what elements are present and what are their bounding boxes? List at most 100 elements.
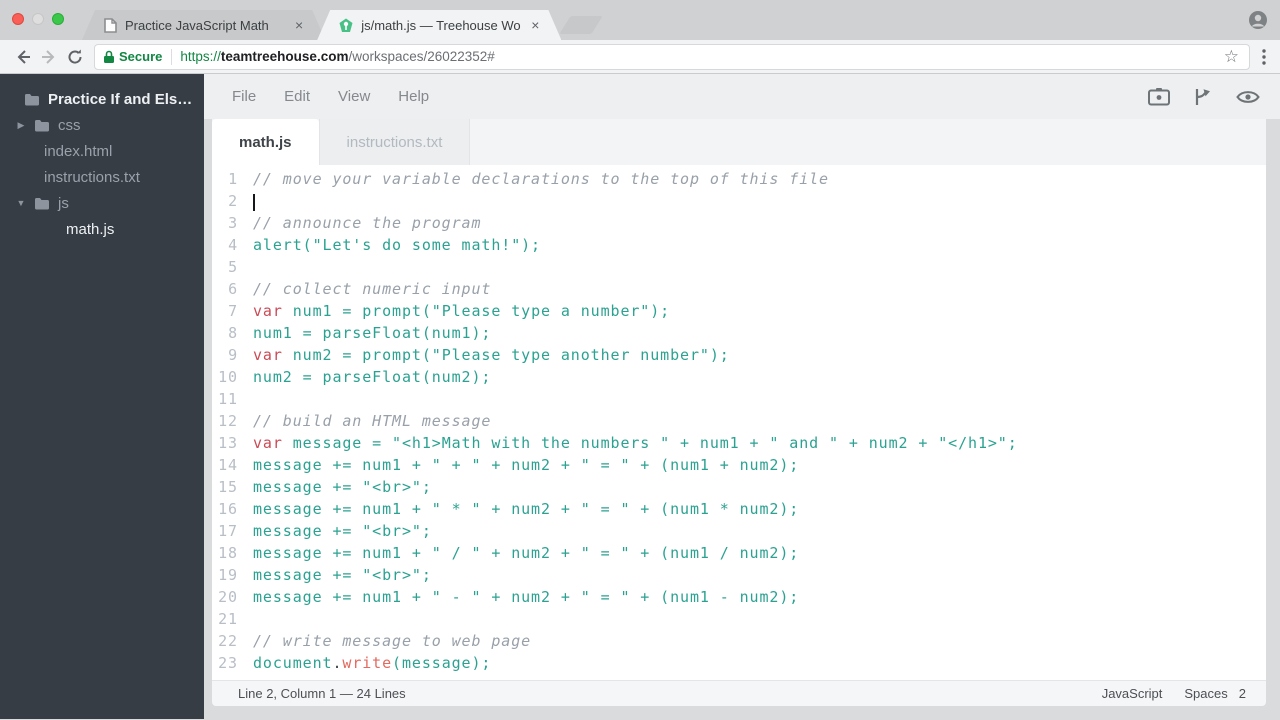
- snapshot-camera-icon[interactable]: [1148, 87, 1170, 106]
- code-line[interactable]: 3 // announce the program: [212, 214, 1266, 236]
- zoom-window-button[interactable]: [52, 13, 64, 25]
- editor-tab-instructions-txt[interactable]: instructions.txt: [318, 119, 471, 165]
- code-line[interactable]: 20 message += num1 + " - " + num2 + " = "…: [212, 588, 1266, 610]
- workspace-menu-bar: File Edit View Help: [204, 74, 1280, 119]
- code-token-code: alert("Let's do some math!");: [253, 236, 541, 254]
- document-favicon: [104, 18, 117, 33]
- line-content: var num2 = prompt("Please type another n…: [238, 346, 730, 368]
- forward-button[interactable]: [36, 44, 62, 70]
- workspace-panel: File Edit View Help math.js instructions…: [204, 74, 1280, 719]
- close-tab-icon[interactable]: ×: [529, 18, 541, 32]
- new-tab-button[interactable]: [559, 16, 603, 34]
- url-bar[interactable]: Secure https://teamtreehouse.com/workspa…: [94, 43, 1250, 70]
- back-button[interactable]: [10, 44, 36, 70]
- code-line[interactable]: 11: [212, 390, 1266, 412]
- sidebar-item-css[interactable]: ▶ css: [0, 112, 204, 138]
- line-number: 12: [218, 412, 238, 430]
- reload-button[interactable]: [62, 44, 88, 70]
- code-line[interactable]: 17 message += "<br>";: [212, 522, 1266, 544]
- code-line[interactable]: 12 // build an HTML message: [212, 412, 1266, 434]
- preview-eye-icon[interactable]: [1236, 89, 1260, 105]
- indent-label: Spaces: [1184, 686, 1228, 701]
- file-name: instructions.txt: [44, 168, 140, 186]
- secure-label: Secure: [119, 49, 163, 64]
- editor-tab-math-js[interactable]: math.js: [212, 119, 319, 165]
- code-line[interactable]: 10 num2 = parseFloat(num2);: [212, 368, 1266, 390]
- line-content: // build an HTML message: [238, 412, 491, 434]
- code-line[interactable]: 18 message += num1 + " / " + num2 + " = "…: [212, 544, 1266, 566]
- disclosure-down-icon[interactable]: ▼: [16, 198, 26, 208]
- line-number: 22: [218, 632, 238, 650]
- code-token-code: message += num1 + " / " + num2 + " = " +…: [253, 544, 800, 562]
- browser-tabs: Practice JavaScript Math × js/math.js — Tr…: [82, 10, 561, 40]
- menu-item-view[interactable]: View: [338, 88, 370, 105]
- profile-avatar-icon[interactable]: [1248, 10, 1268, 30]
- folder-icon: [35, 197, 49, 209]
- menu-item-file[interactable]: File: [232, 88, 256, 105]
- browser-tab[interactable]: js/math.js — Treehouse Works ×: [317, 10, 561, 40]
- treehouse-favicon: [339, 18, 353, 33]
- code-line[interactable]: 19 message += "<br>";: [212, 566, 1266, 588]
- code-token-code: message += "<br>";: [253, 478, 432, 496]
- file-name: index.html: [44, 142, 113, 160]
- code-line[interactable]: 13 var message = "<h1>Math with the numbe…: [212, 434, 1266, 456]
- code-token-code: num2 = parseFloat(num2);: [253, 368, 492, 386]
- code-line[interactable]: 15 message += "<br>";: [212, 478, 1266, 500]
- minimize-window-button[interactable]: [32, 13, 44, 25]
- code-line[interactable]: 9 var num2 = prompt("Please type another …: [212, 346, 1266, 368]
- line-number: 2: [228, 192, 238, 210]
- code-line[interactable]: 1 // move your variable declarations to t…: [212, 170, 1266, 192]
- code-line[interactable]: 22 // write message to web page: [212, 632, 1266, 654]
- code-line[interactable]: 2: [212, 192, 1266, 214]
- code-editor[interactable]: 1 // move your variable declarations to t…: [212, 165, 1266, 680]
- code-line[interactable]: 6 // collect numeric input: [212, 280, 1266, 302]
- code-line[interactable]: 4 alert("Let's do some math!");: [212, 236, 1266, 258]
- code-line[interactable]: 21: [212, 610, 1266, 632]
- sidebar-item-js[interactable]: ▼ js: [0, 190, 204, 216]
- text-cursor: [253, 194, 255, 211]
- line-number: 1: [228, 170, 238, 188]
- browser-tab-title: js/math.js — Treehouse Works: [361, 17, 522, 33]
- sidebar-item-math-js[interactable]: math.js: [0, 216, 204, 242]
- line-number: 3: [228, 214, 238, 232]
- menu-item-help[interactable]: Help: [398, 88, 429, 105]
- project-root-practice-if-and-els-[interactable]: Practice If and Els…: [0, 86, 204, 112]
- browser-tab-title: Practice JavaScript Math: [125, 17, 269, 33]
- close-tab-icon[interactable]: ×: [293, 18, 305, 32]
- browser-menu-icon[interactable]: [1258, 48, 1270, 66]
- menu-item-edit[interactable]: Edit: [284, 88, 310, 105]
- line-content: message += "<br>";: [238, 522, 432, 544]
- sidebar-item-instructions-txt[interactable]: instructions.txt: [0, 164, 204, 190]
- code-token-code: document: [253, 654, 333, 672]
- project-name: Practice If and Els…: [48, 90, 193, 108]
- line-number: 19: [218, 566, 238, 584]
- padlock-icon: [104, 50, 114, 63]
- sidebar-item-index-html[interactable]: index.html: [0, 138, 204, 164]
- code-token-code: message += num1 + " + " + num2 + " = " +…: [253, 456, 800, 474]
- language-mode-selector[interactable]: JavaScript: [1102, 686, 1163, 701]
- close-window-button[interactable]: [12, 13, 24, 25]
- line-number: 18: [218, 544, 238, 562]
- code-line[interactable]: 14 message += num1 + " + " + num2 + " = "…: [212, 456, 1266, 478]
- code-token-code: num1 = prompt("Please type a number");: [282, 302, 671, 320]
- browser-tab[interactable]: Practice JavaScript Math ×: [82, 10, 325, 40]
- code-token-code: message = "<h1>Math with the numbers " +…: [282, 434, 1018, 452]
- omnibox-divider: [171, 48, 173, 65]
- line-content: // announce the program: [238, 214, 481, 236]
- code-line[interactable]: 8 num1 = parseFloat(num1);: [212, 324, 1266, 346]
- fork-icon[interactable]: [1194, 87, 1212, 107]
- code-token-fn: write: [342, 654, 393, 672]
- code-token-comment: // move your variable declarations to th…: [253, 170, 829, 188]
- line-content: message += "<br>";: [238, 478, 432, 500]
- code-line[interactable]: 7 var num1 = prompt("Please type a number…: [212, 302, 1266, 324]
- bookmark-star-icon[interactable]: ☆: [1222, 47, 1241, 67]
- code-line[interactable]: 23 document.write(message);: [212, 654, 1266, 676]
- status-right: JavaScript Spaces 2: [1102, 686, 1246, 701]
- code-token-comment: // collect numeric input: [253, 280, 492, 298]
- disclosure-right-icon[interactable]: ▶: [16, 120, 26, 131]
- line-number: 6: [228, 280, 238, 298]
- browser-tab-strip: Practice JavaScript Math × js/math.js — Tr…: [0, 0, 1280, 40]
- indent-selector[interactable]: Spaces 2: [1184, 686, 1246, 701]
- code-line[interactable]: 16 message += num1 + " * " + num2 + " = "…: [212, 500, 1266, 522]
- code-line[interactable]: 5: [212, 258, 1266, 280]
